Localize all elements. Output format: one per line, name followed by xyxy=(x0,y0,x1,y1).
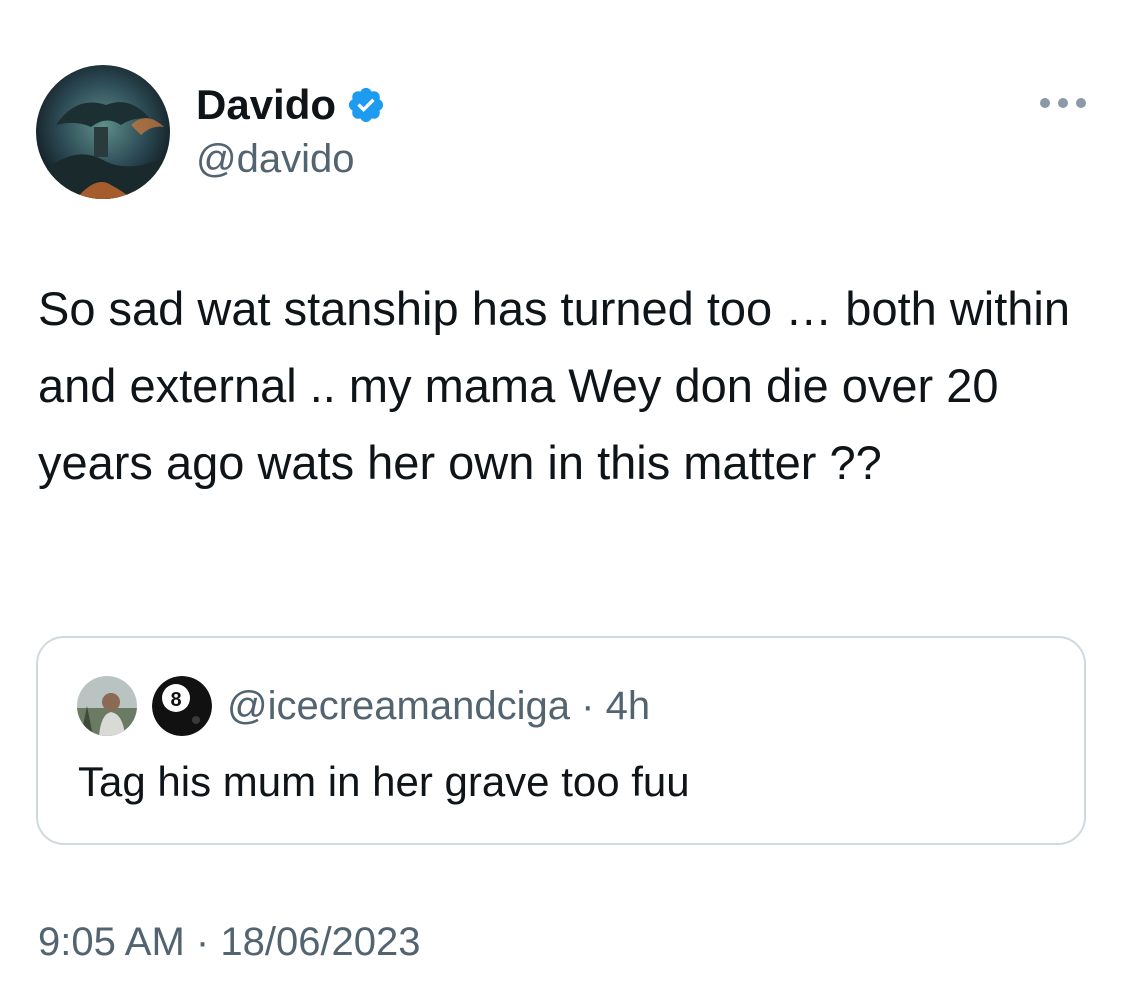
more-horizontal-icon xyxy=(1076,98,1086,108)
more-horizontal-icon xyxy=(1058,98,1068,108)
quoted-author-avatar xyxy=(77,676,137,736)
meta-separator: · xyxy=(581,684,595,728)
svg-text:8: 8 xyxy=(170,689,181,711)
author-name-text: Davido xyxy=(196,81,337,128)
tweet-time: 9:05 AM xyxy=(38,920,185,964)
quoted-author-handle[interactable]: @icecreamandciga xyxy=(227,684,570,728)
more-options-button[interactable] xyxy=(1040,90,1086,116)
tweet-text: So sad wat stanship has turned too … bot… xyxy=(38,282,1071,489)
quoted-tweet-age[interactable]: 4h xyxy=(606,684,651,728)
timestamp-separator: · xyxy=(195,920,210,964)
quoted-tweet-text: Tag his mum in her grave too fuu xyxy=(78,758,690,805)
8-ball-icon: 8 xyxy=(152,676,212,736)
tweet-date: 18/06/2023 xyxy=(220,920,421,964)
verified-badge-icon xyxy=(346,85,386,125)
author-handle[interactable]: @davido xyxy=(196,135,354,183)
author-avatar[interactable] xyxy=(36,65,170,199)
quoted-tweet-card[interactable]: 8 @icecreamandciga · 4h Tag his mum in h… xyxy=(36,636,1086,845)
author-display-name[interactable]: Davido xyxy=(196,80,386,130)
quoted-tweet-meta: @icecreamandciga · 4h xyxy=(227,682,650,730)
more-horizontal-icon xyxy=(1040,98,1050,108)
tweet-timestamp[interactable]: 9:05 AM · 18/06/2023 xyxy=(38,918,421,966)
